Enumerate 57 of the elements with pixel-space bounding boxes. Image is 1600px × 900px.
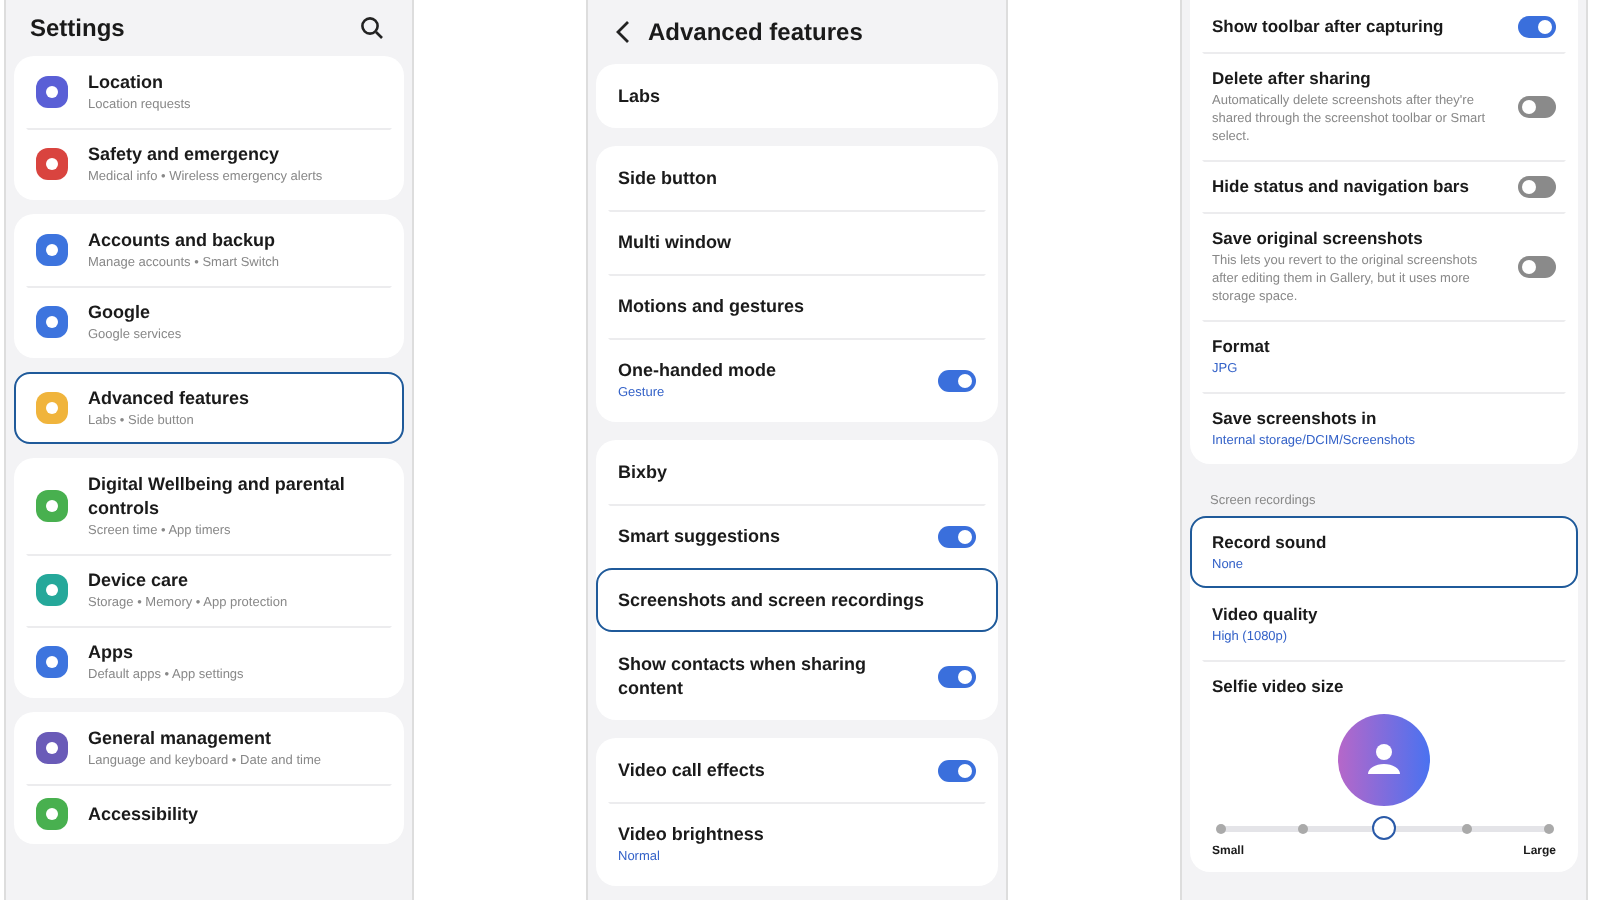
item-title: Record sound <box>1212 530 1329 554</box>
slider-thumb[interactable] <box>1372 816 1396 840</box>
item-title: Device care <box>88 568 191 592</box>
settings-item[interactable]: Multi window <box>608 210 986 274</box>
item-title: Accessibility <box>88 802 201 826</box>
toggle-switch[interactable] <box>938 525 976 547</box>
avatar-circle-icon <box>1338 714 1430 806</box>
search-button[interactable] <box>356 12 388 44</box>
item-title: Apps <box>88 640 135 664</box>
item-title: Delete after sharing <box>1212 66 1373 90</box>
item-title: Video call effects <box>618 758 767 782</box>
item-title: Screenshots and screen recordings <box>618 588 927 612</box>
item-title: Bixby <box>618 460 670 484</box>
toggle-switch[interactable] <box>1518 175 1556 197</box>
item-title: Show contacts when sharing content <box>618 652 869 700</box>
toggle-switch[interactable] <box>1518 95 1556 117</box>
item-title: Format <box>1212 334 1272 358</box>
settings-item[interactable]: Bixby <box>608 440 986 504</box>
item-title: Selfie video size <box>1212 674 1346 698</box>
settings-item[interactable]: Side button <box>608 146 986 210</box>
item-title: Labs <box>618 84 663 108</box>
size-slider[interactable] <box>1212 818 1556 840</box>
settings-item[interactable]: Motions and gestures <box>608 274 986 338</box>
toggle-switch[interactable] <box>938 665 976 687</box>
item-title: Location <box>88 70 165 94</box>
item-title: Side button <box>618 166 719 190</box>
item-title: Multi window <box>618 230 733 254</box>
item-title: Accounts and backup <box>88 228 278 252</box>
toggle-switch[interactable] <box>938 759 976 781</box>
settings-item[interactable]: Accessibility <box>26 784 392 844</box>
screen-title: Advanced features <box>648 18 865 46</box>
item-title: Digital Wellbeing and parental controls <box>88 472 347 520</box>
toggle-switch[interactable] <box>938 369 976 391</box>
item-title: Google <box>88 300 152 324</box>
item-title: Save original screenshots <box>1212 226 1425 250</box>
item-title: Safety and emergency <box>88 142 282 166</box>
item-title: General management <box>88 726 274 750</box>
search-icon <box>360 16 384 40</box>
item-title: Smart suggestions <box>618 524 783 548</box>
item-title: One-handed mode <box>618 358 779 382</box>
item-title: Video quality <box>1212 602 1320 626</box>
item-title: Hide status and navigation bars <box>1212 174 1471 198</box>
screen-title: Settings <box>30 14 127 42</box>
settings-item[interactable]: Show toolbar after capturing <box>1202 0 1566 52</box>
item-title: Motions and gestures <box>618 294 807 318</box>
item-title: Save screenshots in <box>1212 406 1379 430</box>
item-title: Advanced features <box>88 386 252 410</box>
toggle-switch[interactable] <box>1518 255 1556 277</box>
settings-item[interactable]: Smart suggestions <box>608 504 986 568</box>
settings-item[interactable]: Video call effects <box>608 738 986 802</box>
settings-item[interactable]: Labs <box>608 64 986 128</box>
settings-item[interactable]: Show contacts when sharing content <box>608 632 986 720</box>
settings-item[interactable]: Hide status and navigation bars <box>1202 160 1566 212</box>
settings-item[interactable]: Screenshots and screen recordings <box>596 568 998 632</box>
item-title: Show toolbar after capturing <box>1212 14 1446 38</box>
toggle-switch[interactable] <box>1518 15 1556 37</box>
item-title: Video brightness <box>618 822 766 846</box>
